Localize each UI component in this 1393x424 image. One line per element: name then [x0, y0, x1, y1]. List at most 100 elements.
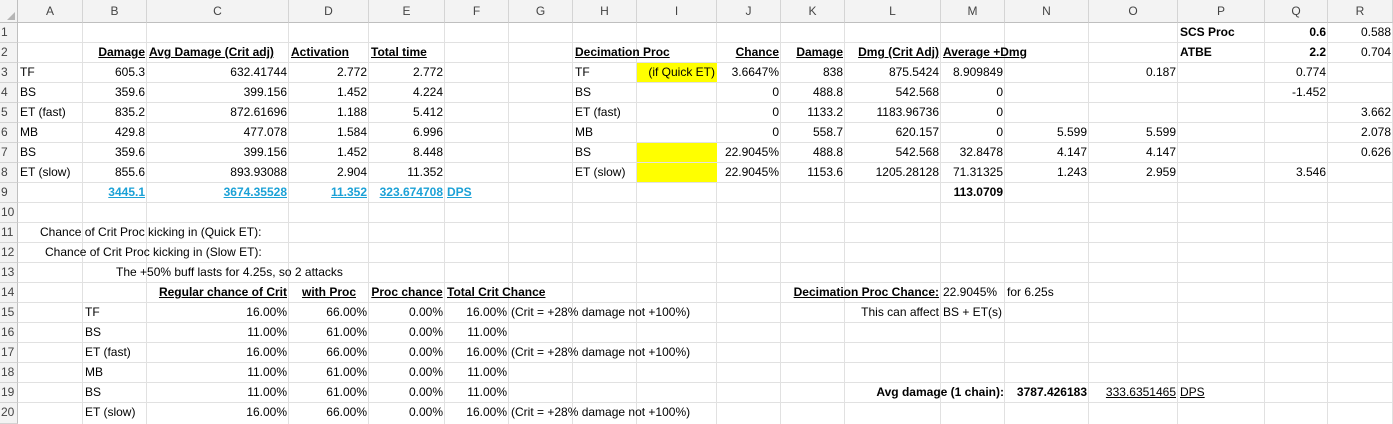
- cell-c20[interactable]: 16.00%: [147, 403, 289, 422]
- cell-l15[interactable]: This can affect: [781, 303, 941, 322]
- cell-a13[interactable]: The +50% buff lasts for 4.25s, so 2 atta…: [18, 263, 378, 282]
- column-header-k[interactable]: K: [781, 0, 845, 23]
- cell-l7[interactable]: 542.568: [845, 143, 941, 162]
- cell-d5[interactable]: 1.188: [289, 103, 369, 122]
- column-header-b[interactable]: B: [83, 0, 147, 23]
- cell-h5[interactable]: ET (fast): [573, 103, 637, 122]
- cell-f16[interactable]: 11.00%: [445, 323, 509, 342]
- column-header-c[interactable]: C: [147, 0, 289, 23]
- cell-d7[interactable]: 1.452: [289, 143, 369, 162]
- row-header-1[interactable]: 1: [0, 23, 18, 43]
- cell-l4[interactable]: 542.568: [845, 83, 941, 102]
- cell-c16[interactable]: 11.00%: [147, 323, 289, 342]
- cell-l19[interactable]: Avg damage (1 chain):: [781, 383, 1006, 402]
- row-header-4[interactable]: 4: [0, 83, 18, 103]
- cell-c17[interactable]: 16.00%: [147, 343, 289, 362]
- cell-h7[interactable]: BS: [573, 143, 637, 162]
- cell-m8[interactable]: 71.31325: [941, 163, 1005, 182]
- row-header-20[interactable]: 20: [0, 403, 18, 424]
- cell-c5[interactable]: 872.61696: [147, 103, 289, 122]
- row-header-7[interactable]: 7: [0, 143, 18, 163]
- row-header-9[interactable]: 9: [0, 183, 18, 203]
- column-header-o[interactable]: O: [1089, 0, 1178, 23]
- column-header-m[interactable]: M: [941, 0, 1005, 23]
- cell-q2[interactable]: 2.2: [1265, 43, 1328, 62]
- cell-b17[interactable]: ET (fast): [83, 343, 147, 362]
- row-header-19[interactable]: 19: [0, 383, 18, 403]
- cell-d3[interactable]: 2.772: [289, 63, 369, 82]
- cell-l14[interactable]: Decimation Proc Chance:: [781, 283, 941, 302]
- column-header-g[interactable]: G: [509, 0, 573, 23]
- cell-b6[interactable]: 429.8: [83, 123, 147, 142]
- cell-b18[interactable]: MB: [83, 363, 147, 382]
- cell-e15[interactable]: 0.00%: [369, 303, 445, 322]
- row-header-12[interactable]: 12: [0, 243, 18, 263]
- column-header-e[interactable]: E: [369, 0, 445, 23]
- cell-o3[interactable]: 0.187: [1089, 63, 1178, 82]
- cell-e18[interactable]: 0.00%: [369, 363, 445, 382]
- cell-a6[interactable]: MB: [18, 123, 83, 142]
- cell-b15[interactable]: TF: [83, 303, 147, 322]
- cell-o6[interactable]: 5.599: [1089, 123, 1178, 142]
- cell-l5[interactable]: 1183.96736: [845, 103, 941, 122]
- cell-d4[interactable]: 1.452: [289, 83, 369, 102]
- cell-p19[interactable]: DPS: [1178, 383, 1265, 402]
- column-header-f[interactable]: F: [445, 0, 509, 23]
- column-header-h[interactable]: H: [573, 0, 637, 23]
- cell-j2[interactable]: Chance: [717, 43, 781, 62]
- cell-b4[interactable]: 359.6: [83, 83, 147, 102]
- select-all-corner[interactable]: [0, 0, 18, 23]
- cell-m7[interactable]: 32.8478: [941, 143, 1005, 162]
- cell-d8[interactable]: 2.904: [289, 163, 369, 182]
- cell-r6[interactable]: 2.078: [1328, 123, 1393, 142]
- cell-j4[interactable]: 0: [717, 83, 781, 102]
- cell-h3[interactable]: TF: [573, 63, 637, 82]
- row-header-18[interactable]: 18: [0, 363, 18, 383]
- cell-k4[interactable]: 488.8: [781, 83, 845, 102]
- cell-a12[interactable]: Chance of Crit Proc kicking in (Slow ET)…: [18, 243, 308, 262]
- cell-m2[interactable]: Average +Dmg: [941, 43, 1027, 62]
- cell-m5[interactable]: 0: [941, 103, 1005, 122]
- column-header-q[interactable]: Q: [1265, 0, 1328, 23]
- cell-e19[interactable]: 0.00%: [369, 383, 445, 402]
- column-header-j[interactable]: J: [717, 0, 781, 23]
- cell-g17[interactable]: (Crit = +28% damage not +100%): [509, 343, 709, 362]
- cell-h2[interactable]: Decimation Proc: [573, 43, 670, 62]
- cell-d6[interactable]: 1.584: [289, 123, 369, 142]
- cell-j8[interactable]: 22.9045%: [717, 163, 781, 182]
- cell-e7[interactable]: 8.448: [369, 143, 445, 162]
- cell-d15[interactable]: 66.00%: [289, 303, 369, 322]
- row-header-6[interactable]: 6: [0, 123, 18, 143]
- row-header-3[interactable]: 3: [0, 63, 18, 83]
- row-header-16[interactable]: 16: [0, 323, 18, 343]
- cell-f14[interactable]: Total Crit Chance: [445, 283, 573, 302]
- spreadsheet-grid[interactable]: A B C D E F G H I J K L M N O P Q R 1 2 …: [0, 0, 1393, 424]
- cell-a3[interactable]: TF: [18, 63, 83, 82]
- cell-n14[interactable]: for 6.25s: [1005, 283, 1089, 302]
- cell-i7-highlighted[interactable]: [637, 143, 717, 162]
- cell-k2[interactable]: Damage: [781, 43, 845, 62]
- column-header-d[interactable]: D: [289, 0, 369, 23]
- row-header-2[interactable]: 2: [0, 43, 18, 63]
- cell-c9-total-avg-damage[interactable]: 3674.35528: [147, 183, 289, 202]
- cell-c7[interactable]: 399.156: [147, 143, 289, 162]
- cell-c14[interactable]: Regular chance of Crit: [147, 283, 289, 302]
- cell-d19[interactable]: 61.00%: [289, 383, 369, 402]
- cell-n19[interactable]: 333.6351465: [1089, 383, 1178, 402]
- cell-f19[interactable]: 11.00%: [445, 383, 509, 402]
- cell-b8[interactable]: 855.6: [83, 163, 147, 182]
- cell-b5[interactable]: 835.2: [83, 103, 147, 122]
- cell-q4[interactable]: -1.452: [1265, 83, 1328, 102]
- cell-b16[interactable]: BS: [83, 323, 147, 342]
- cell-g15[interactable]: (Crit = +28% damage not +100%): [509, 303, 709, 322]
- cell-c4[interactable]: 399.156: [147, 83, 289, 102]
- cell-q1[interactable]: 0.6: [1265, 23, 1328, 42]
- row-header-13[interactable]: 13: [0, 263, 18, 283]
- cell-b20[interactable]: ET (slow): [83, 403, 147, 422]
- cell-f18[interactable]: 11.00%: [445, 363, 509, 382]
- cell-a5[interactable]: ET (fast): [18, 103, 83, 122]
- cell-c15[interactable]: 16.00%: [147, 303, 289, 322]
- cell-a8[interactable]: ET (slow): [18, 163, 83, 182]
- cell-e2[interactable]: Total time: [369, 43, 445, 62]
- cell-d20[interactable]: 66.00%: [289, 403, 369, 422]
